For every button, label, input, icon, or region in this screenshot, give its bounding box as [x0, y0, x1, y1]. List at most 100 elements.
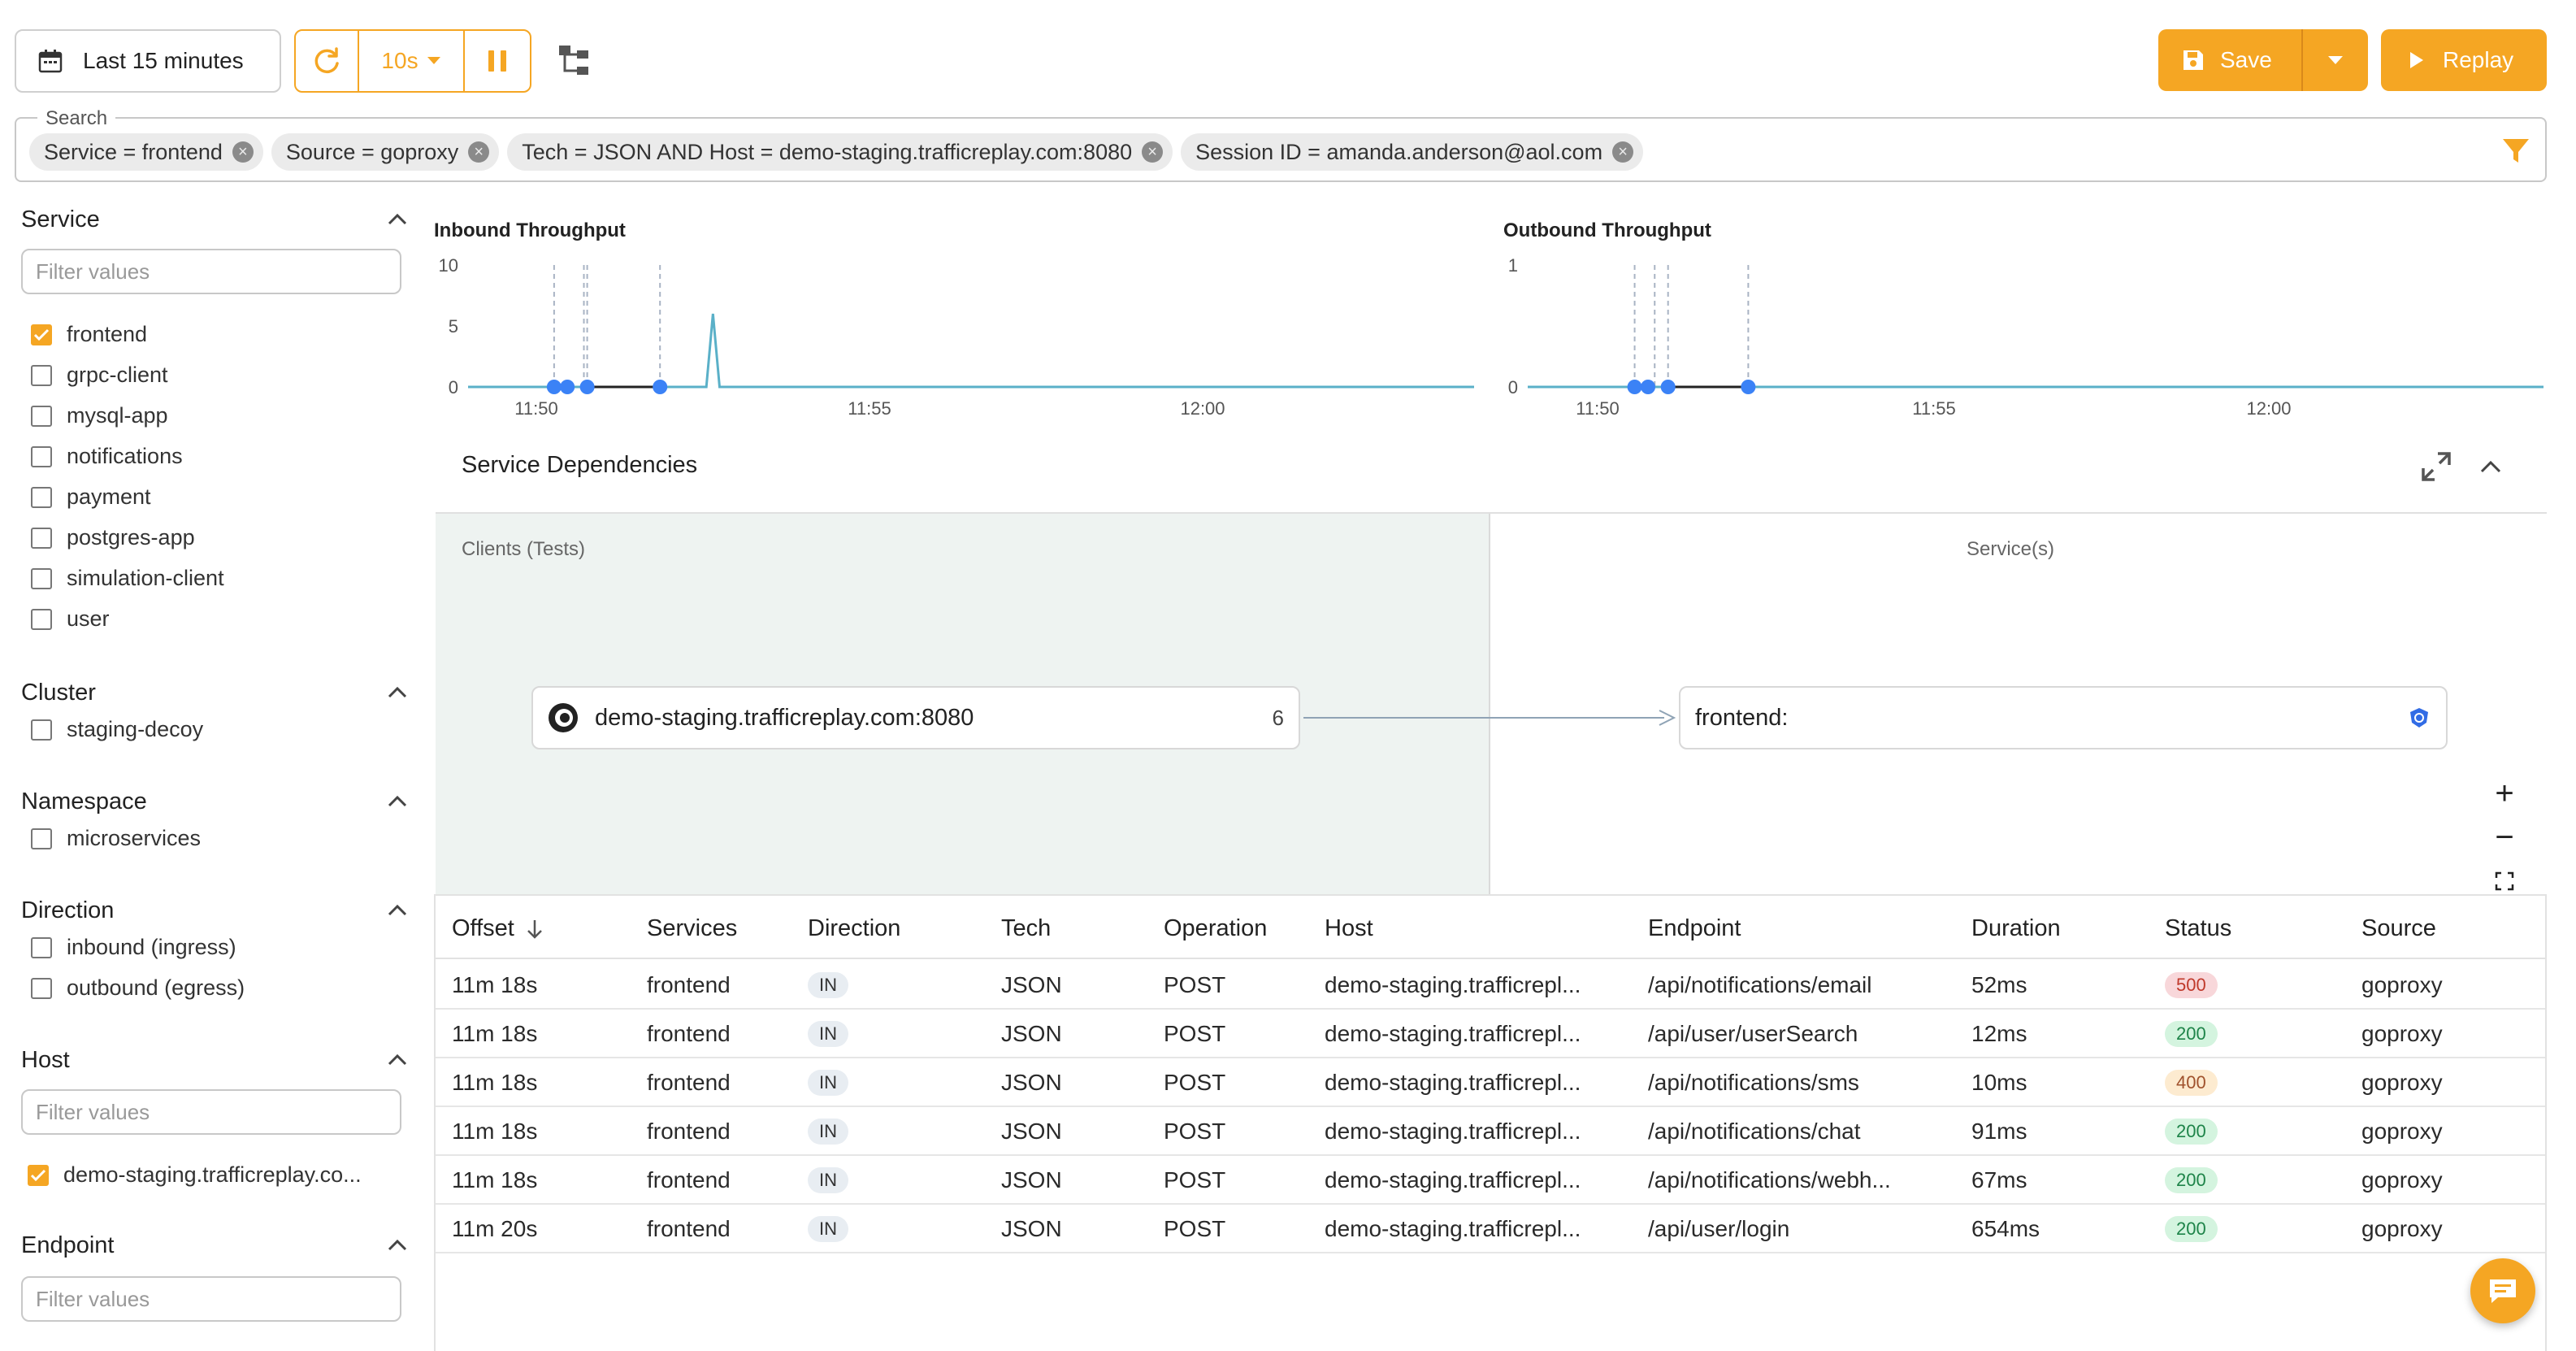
checkbox[interactable] [31, 527, 52, 549]
close-icon[interactable]: × [1142, 141, 1164, 163]
checkbox[interactable] [31, 324, 52, 345]
chat-button[interactable] [2470, 1258, 2535, 1323]
column-header-tech[interactable]: Tech [1001, 915, 1051, 942]
column-header-source[interactable]: Source [2361, 915, 2436, 942]
service-node[interactable]: frontend: [1679, 686, 2448, 749]
cell-source: goproxy [2361, 1167, 2443, 1192]
save-button[interactable]: Save [2158, 29, 2303, 91]
checkbox[interactable] [31, 486, 52, 508]
facet-option[interactable]: grpc-client [31, 363, 168, 388]
facet-option[interactable]: inbound (ingress) [31, 935, 236, 960]
facet-option[interactable]: simulation-client [31, 566, 224, 591]
service-filter-input[interactable] [21, 249, 401, 294]
column-header-services[interactable]: Services [647, 915, 737, 942]
replay-button[interactable]: Replay [2381, 29, 2547, 91]
cell-host: demo-staging.trafficrepl... [1325, 1119, 1581, 1144]
refresh-control: 10s [294, 29, 531, 93]
dependency-edge [1303, 710, 1676, 726]
close-icon[interactable]: × [232, 141, 254, 163]
check-icon [33, 328, 50, 341]
facet-title-host: Host [21, 1047, 70, 1073]
table-row[interactable]: 11m 18s frontend IN JSON POST demo-staging.tr… [436, 1010, 2545, 1058]
host-filter-input[interactable] [21, 1089, 401, 1135]
close-icon[interactable]: × [1612, 141, 1634, 163]
facet-option-label: grpc-client [67, 363, 168, 387]
table-row[interactable]: 11m 18s frontend IN JSON POST demo-staging.tr… [436, 1156, 2545, 1205]
checkbox[interactable] [31, 828, 52, 849]
refresh-interval-select[interactable]: 10s [359, 31, 465, 91]
checkbox[interactable] [31, 405, 52, 427]
zoom-in-button[interactable]: + [2483, 772, 2526, 815]
time-range-button[interactable]: Last 15 minutes [15, 29, 281, 93]
column-header-endpoint[interactable]: Endpoint [1648, 915, 1741, 942]
cell-host: demo-staging.trafficrepl... [1325, 972, 1581, 997]
facet-option[interactable]: frontend [31, 322, 147, 347]
search-chip[interactable]: Service = frontend × [29, 133, 263, 171]
column-header-direction[interactable]: Direction [808, 915, 900, 942]
column-header-host[interactable]: Host [1325, 915, 1373, 942]
facet-option[interactable]: user [31, 606, 110, 632]
checkbox[interactable] [31, 608, 52, 630]
facet-option[interactable]: staging-decoy [31, 717, 203, 742]
zoom-out-button[interactable]: − [2483, 816, 2526, 858]
cell-tech: JSON [1001, 972, 1062, 997]
facet-option[interactable]: postgres-app [31, 525, 195, 550]
table-row[interactable]: 11m 18s frontend IN JSON POST demo-staging.tr… [436, 1058, 2545, 1107]
cell-source: goproxy [2361, 1216, 2443, 1241]
chevron-up-icon[interactable] [385, 902, 410, 919]
cell-direction: IN [808, 1021, 848, 1047]
checkbox[interactable] [31, 977, 52, 999]
client-node[interactable]: demo-staging.trafficreplay.com:8080 6 [531, 686, 1300, 749]
table-row[interactable]: 11m 18s frontend IN JSON POST demo-staging.tr… [436, 961, 2545, 1010]
data-point [653, 380, 668, 394]
facet-option[interactable]: mysql-app [31, 403, 168, 428]
facet-option[interactable]: payment [31, 484, 151, 510]
chevron-up-icon[interactable] [2478, 457, 2503, 476]
facet-option[interactable]: microservices [31, 826, 201, 851]
save-label: Save [2220, 47, 2272, 72]
cell-tech: JSON [1001, 1216, 1062, 1241]
table-row[interactable]: 11m 20s frontend IN JSON POST demo-staging.tr… [436, 1205, 2545, 1253]
facet-option[interactable]: outbound (egress) [31, 975, 245, 1001]
chevron-up-icon[interactable] [385, 211, 410, 228]
chevron-up-icon[interactable] [385, 1052, 410, 1068]
column-header-offset[interactable]: Offset [452, 915, 544, 942]
close-icon[interactable]: × [468, 141, 490, 163]
tree-view-icon[interactable] [557, 42, 595, 80]
facet-option[interactable]: demo-staging.trafficreplay.co... [28, 1162, 362, 1188]
search-chip[interactable]: Session ID = amanda.anderson@aol.com × [1181, 133, 1644, 171]
search-label: Search [37, 107, 116, 130]
column-header-operation[interactable]: Operation [1164, 915, 1267, 942]
column-header-duration[interactable]: Duration [1971, 915, 2061, 942]
checkbox[interactable] [31, 936, 52, 958]
expand-icon[interactable] [2420, 450, 2452, 483]
refresh-button[interactable] [296, 31, 359, 91]
data-point [1641, 380, 1656, 394]
filter-icon[interactable] [2501, 137, 2530, 166]
search-chip[interactable]: Tech = JSON AND Host = demo-staging.traf… [507, 133, 1173, 171]
checkbox[interactable] [31, 719, 52, 741]
column-header-status[interactable]: Status [2165, 915, 2231, 942]
data-point [546, 380, 562, 394]
checkbox[interactable] [31, 567, 52, 589]
cell-status: 200 [2165, 1119, 2218, 1145]
checkbox[interactable] [28, 1164, 49, 1186]
service-node-label: frontend: [1695, 704, 1789, 731]
search-chip[interactable]: Source = goproxy × [271, 133, 500, 171]
facet-option[interactable]: notifications [31, 444, 183, 469]
inbound-throughput-chart: Inbound Throughput 0 5 10 11:50 11:55 12:00 [434, 216, 1479, 428]
cell-service: frontend [647, 972, 731, 997]
cell-host: demo-staging.trafficrepl... [1325, 1021, 1581, 1046]
search-box[interactable]: Search Service = frontend × Source = gopr… [15, 107, 2547, 182]
cell-tech: JSON [1001, 1167, 1062, 1192]
pause-button[interactable] [465, 31, 530, 91]
checkbox[interactable] [31, 364, 52, 386]
cell-operation: POST [1164, 1119, 1226, 1144]
table-row[interactable]: 11m 18s frontend IN JSON POST demo-staging.tr… [436, 1107, 2545, 1156]
endpoint-filter-input[interactable] [21, 1276, 401, 1322]
save-options-button[interactable] [2303, 29, 2368, 91]
chevron-up-icon[interactable] [385, 1237, 410, 1253]
chevron-up-icon[interactable] [385, 793, 410, 810]
checkbox[interactable] [31, 445, 52, 467]
chevron-up-icon[interactable] [385, 684, 410, 701]
